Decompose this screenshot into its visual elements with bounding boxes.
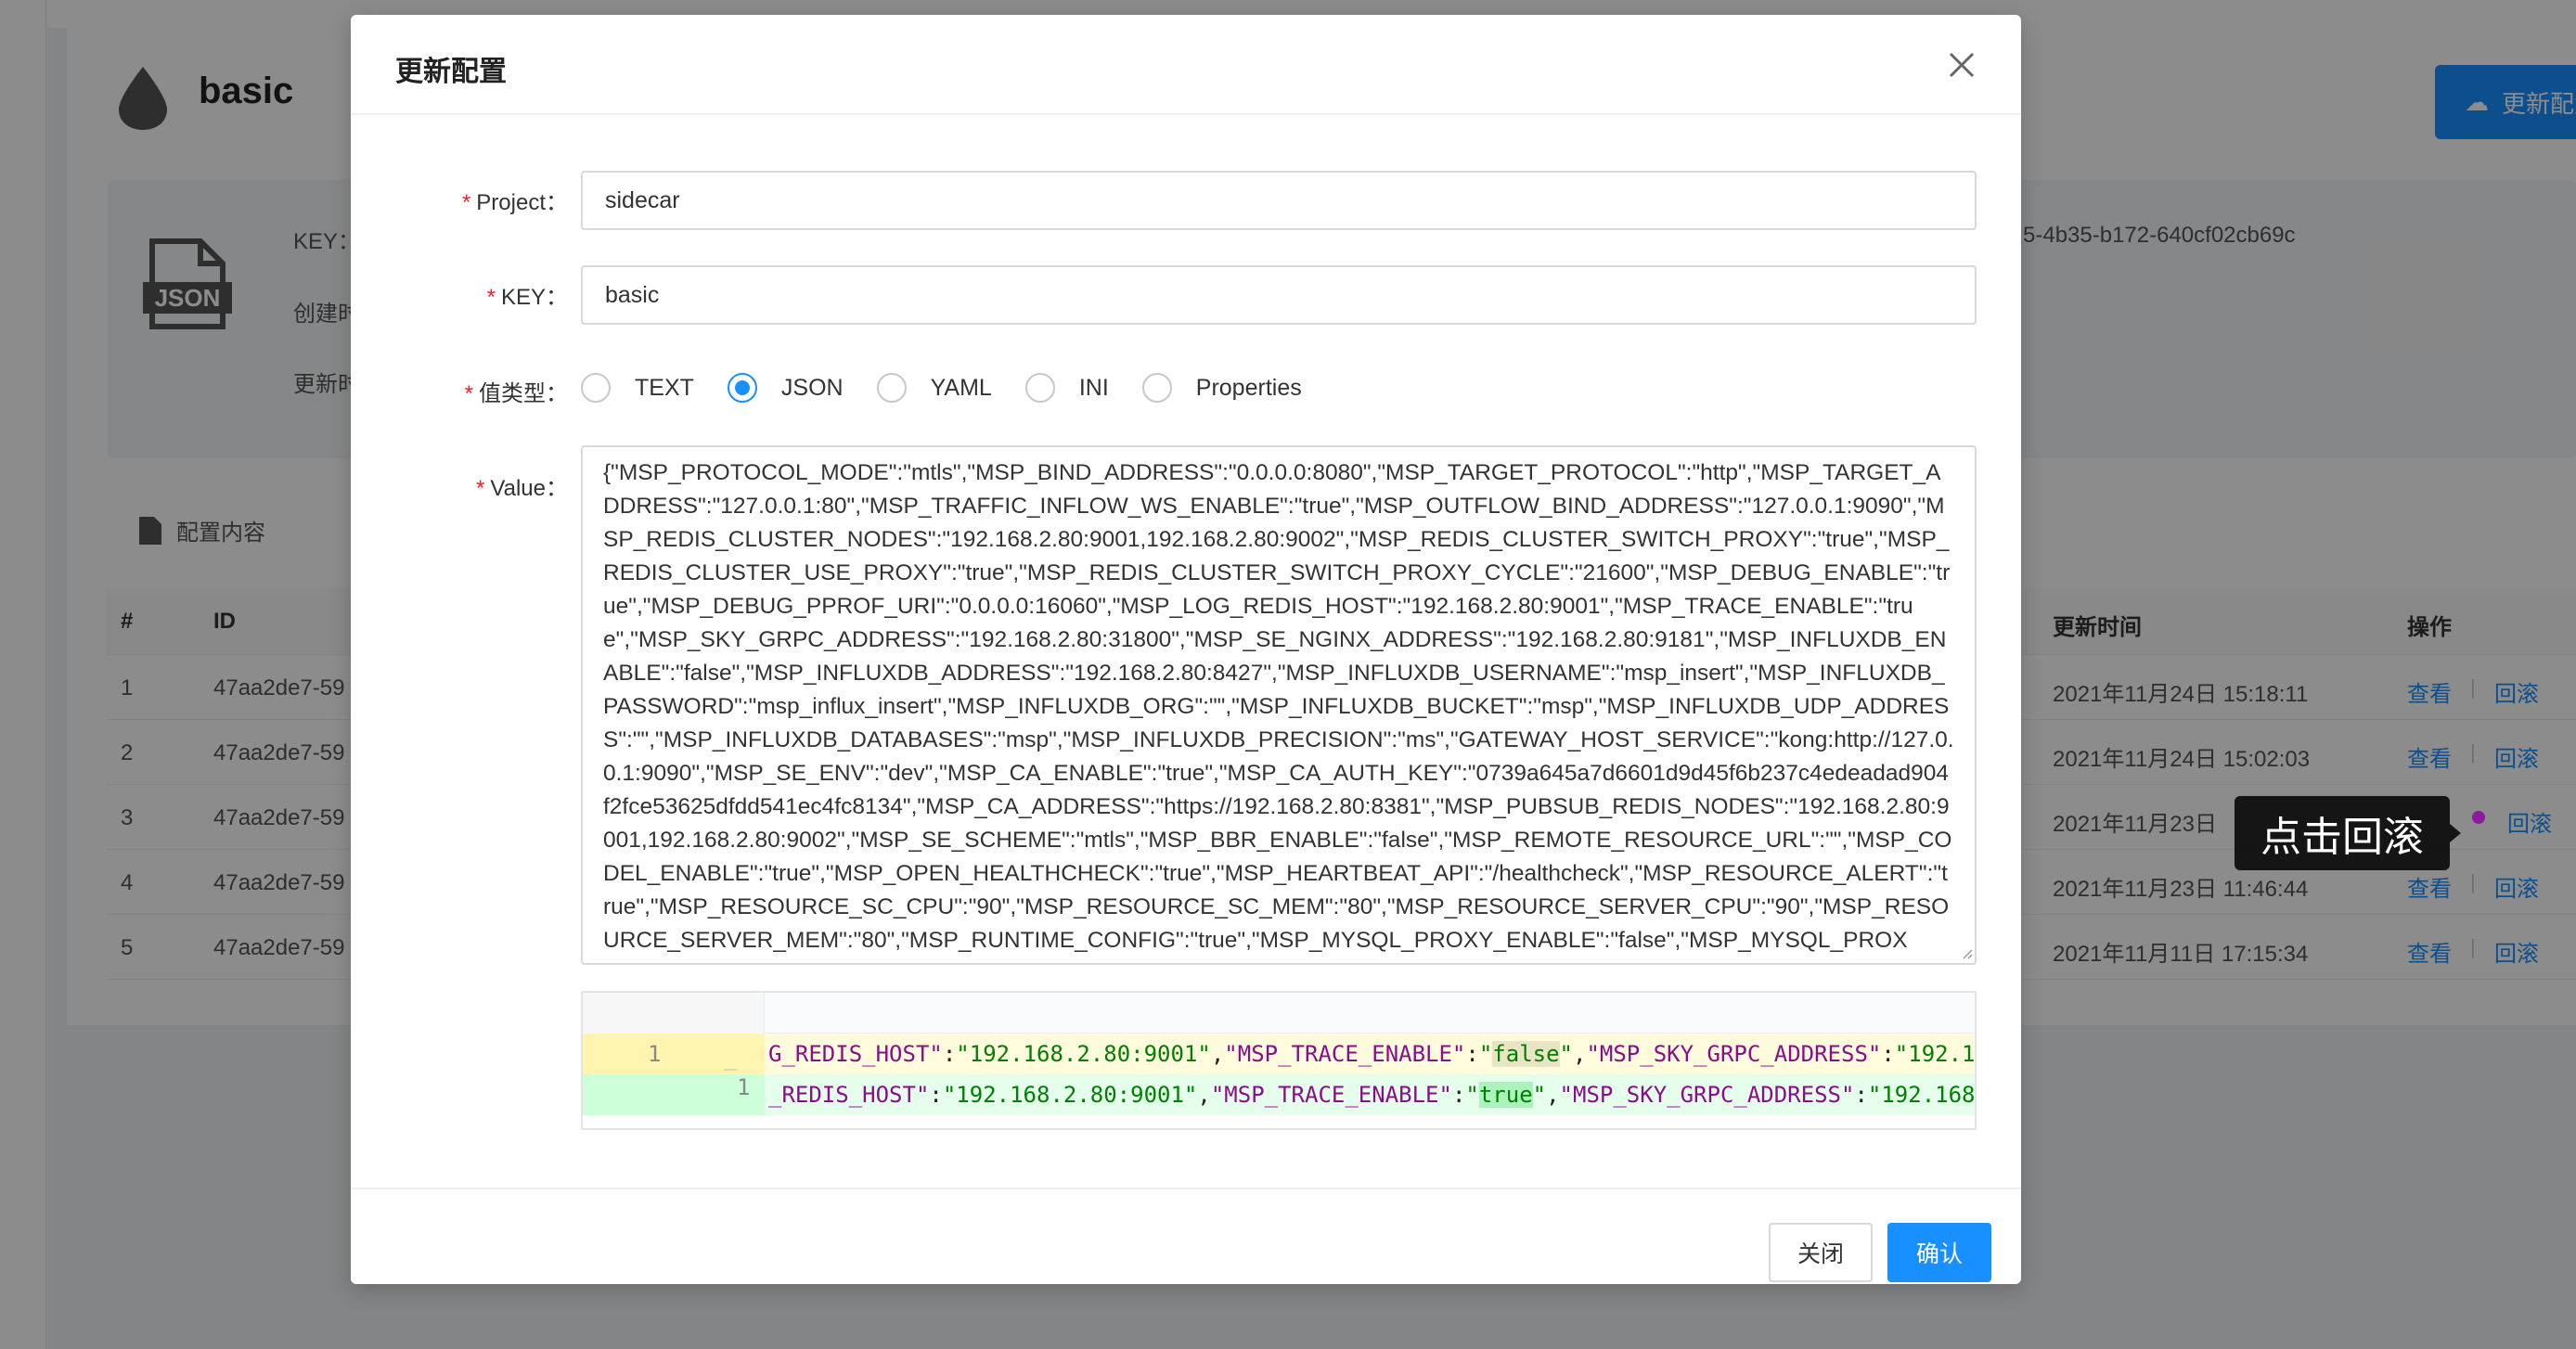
value-label: * Value： [476,476,568,501]
value-type-label: * 值类型： [464,381,568,406]
radio-circle-icon[interactable] [727,373,757,403]
diff-token: : [1465,1041,1479,1067]
modal-footer: 关闭 确认 [351,1188,2021,1284]
diff-token: : [1451,1082,1466,1108]
diff-token: "192.168.2.80:9001" [942,1082,1198,1108]
diff-token: _REDIS_HOST" [768,1082,930,1108]
update-config-modal: 更新配置 *Project： *KEY： *值类型： TEXT JSON YAML I… [351,15,2021,1284]
key-input[interactable] [581,265,1977,325]
diff-token: : [929,1082,943,1108]
diff-token: , [1197,1082,1211,1108]
tooltip-arrow [2450,824,2461,842]
diff-token: , [1546,1082,1560,1108]
diff-token: : [1881,1041,1895,1067]
radio-circle-icon[interactable] [1024,373,1055,403]
diff-marker: _ [724,1045,738,1071]
diff-token: "192.1( [1894,1041,1976,1067]
radio-json[interactable]: JSON [727,373,844,403]
resize-handle-icon[interactable] [1962,948,1973,959]
radio-label: YAML [930,374,992,401]
diff-added-line: 1 _REDIS_HOST":"192.168.2.80:9001","MSP_… [583,1074,1975,1115]
project-input[interactable] [581,171,1977,230]
radio-properties[interactable]: Properties [1141,373,1302,403]
radio-label: TEXT [635,374,694,401]
modal-header: 更新配置 [351,15,2021,115]
radio-ini[interactable]: INI [1024,373,1109,403]
radio-label: INI [1078,374,1109,401]
radio-yaml[interactable]: YAML [876,373,992,403]
diff-token: "MSP_SKY_GRPC_ADDRESS" [1559,1082,1855,1108]
diff-token: "192.168.2.80:9001" [956,1041,1211,1067]
diff-new-line-number: 1 [737,1074,751,1100]
diff-removed-line: 1 _ G_REDIS_HOST":"192.168.2.80:9001","M… [583,1034,1976,1074]
required-mark: * [464,381,473,406]
close-button[interactable]: 关闭 [1769,1223,1873,1282]
diff-token: "192.168 [1867,1082,1976,1108]
radio-label: Properties [1195,374,1302,401]
diff-token: , [1210,1041,1225,1067]
diff-token: false [1492,1041,1560,1067]
diff-token: "MSP_SKY_GRPC_ADDRESS" [1586,1041,1882,1067]
diff-removed-code: G_REDIS_HOST":"192.168.2.80:9001","MSP_T… [768,1034,1976,1074]
diff-token: " [1465,1082,1479,1108]
radio-circle-icon[interactable] [1141,373,1172,403]
diff-token: G_REDIS_HOST" [768,1041,943,1067]
value-type-radio-group: TEXT JSON YAML INI Properties [581,371,1335,405]
diff-token: true [1478,1082,1533,1108]
diff-viewer: 1 _ G_REDIS_HOST":"192.168.2.80:9001","M… [581,991,1977,1130]
diff-token: " [1559,1041,1573,1067]
diff-token: " [1532,1082,1547,1108]
diff-token: "MSP_TRACE_ENABLE" [1224,1041,1466,1067]
diff-token: " [1478,1041,1493,1067]
radio-text[interactable]: TEXT [581,373,694,403]
key-label: * KEY： [486,285,568,310]
radio-circle-icon[interactable] [581,373,611,403]
diff-token: , [1573,1041,1587,1067]
radio-circle-icon[interactable] [876,373,907,403]
rollback-tooltip: 点击回滚 [2235,796,2450,870]
close-icon[interactable] [1945,48,1978,82]
required-mark: * [461,190,471,215]
project-label: * Project： [461,190,568,215]
confirm-button[interactable]: 确认 [1887,1223,1991,1282]
radio-label: JSON [780,374,844,401]
modal-title: 更新配置 [395,57,507,87]
diff-token: : [942,1041,957,1067]
value-textarea[interactable]: {"MSP_PROTOCOL_MODE":"mtls","MSP_BIND_AD… [581,445,1977,965]
diff-toolbar [583,993,1975,1034]
diff-token: "MSP_TRACE_ENABLE" [1210,1082,1452,1108]
diff-old-line-number: 1 [648,1041,662,1067]
required-mark: * [486,285,496,310]
diff-added-code: _REDIS_HOST":"192.168.2.80:9001","MSP_TR… [768,1074,1975,1115]
required-mark: * [476,476,485,501]
diff-token: : [1854,1082,1868,1108]
cursor-dot [2472,811,2485,824]
